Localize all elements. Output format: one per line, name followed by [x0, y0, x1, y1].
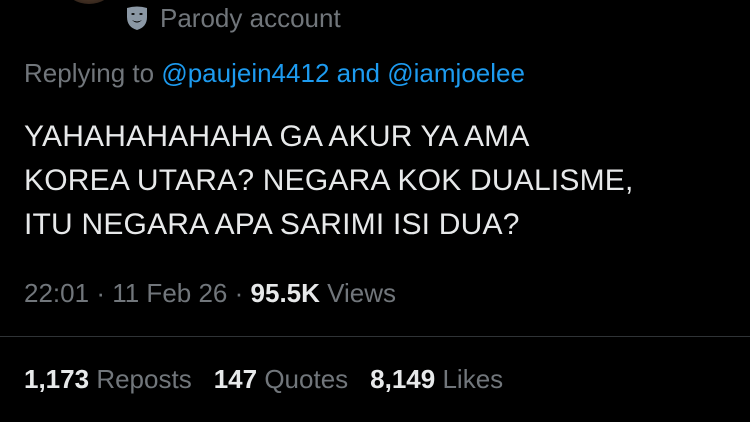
- replying-to-prefix: Replying to: [24, 58, 155, 88]
- reposts-stat[interactable]: 1,173 Reposts: [24, 364, 192, 395]
- tweet-meta: 22:01 · 11 Feb 26 · 95.5K Views: [24, 278, 396, 309]
- meta-separator: ·: [234, 278, 244, 308]
- tweet-text-line: YAHAHAHAHAHA GA AKUR YA AMA: [24, 120, 530, 153]
- engagement-stats: 1,173 Reposts 147 Quotes 8,149 Likes: [24, 364, 503, 395]
- tweet-text-line: KOREA UTARA? NEGARA KOK DUALISME,: [24, 164, 634, 197]
- replying-to: Replying to @paujein4412 and @iamjoelee: [24, 58, 525, 89]
- views-label: Views: [327, 278, 397, 308]
- tweet-text-line: ITU NEGARA APA SARIMI ISI DUA?: [24, 208, 520, 241]
- likes-count: 8,149: [370, 364, 436, 394]
- likes-label: Likes: [442, 364, 504, 394]
- divider: [0, 336, 750, 337]
- quotes-stat[interactable]: 147 Quotes: [214, 364, 348, 395]
- mention-link-paujein4412[interactable]: @paujein4412: [161, 58, 329, 88]
- avatar[interactable]: [66, 0, 112, 4]
- tweet-time[interactable]: 22:01: [24, 278, 89, 308]
- tweet-date[interactable]: 11 Feb 26: [112, 278, 227, 308]
- mention-connector: and: [336, 58, 381, 88]
- mention-link-iamjoelee[interactable]: @iamjoelee: [387, 58, 525, 88]
- reposts-count: 1,173: [24, 364, 90, 394]
- tweet-text: YAHAHAHAHAHA GA AKUR YA AMA KOREA UTARA?…: [24, 115, 724, 247]
- theater-mask-icon: [124, 5, 150, 31]
- views-count: 95.5K: [250, 278, 320, 308]
- quotes-label: Quotes: [264, 364, 349, 394]
- reposts-label: Reposts: [96, 364, 192, 394]
- likes-stat[interactable]: 8,149 Likes: [370, 364, 503, 395]
- parody-badge: Parody account: [124, 2, 341, 34]
- parody-account-label: Parody account: [160, 2, 341, 33]
- quotes-count: 147: [213, 364, 258, 394]
- meta-separator: ·: [96, 278, 105, 308]
